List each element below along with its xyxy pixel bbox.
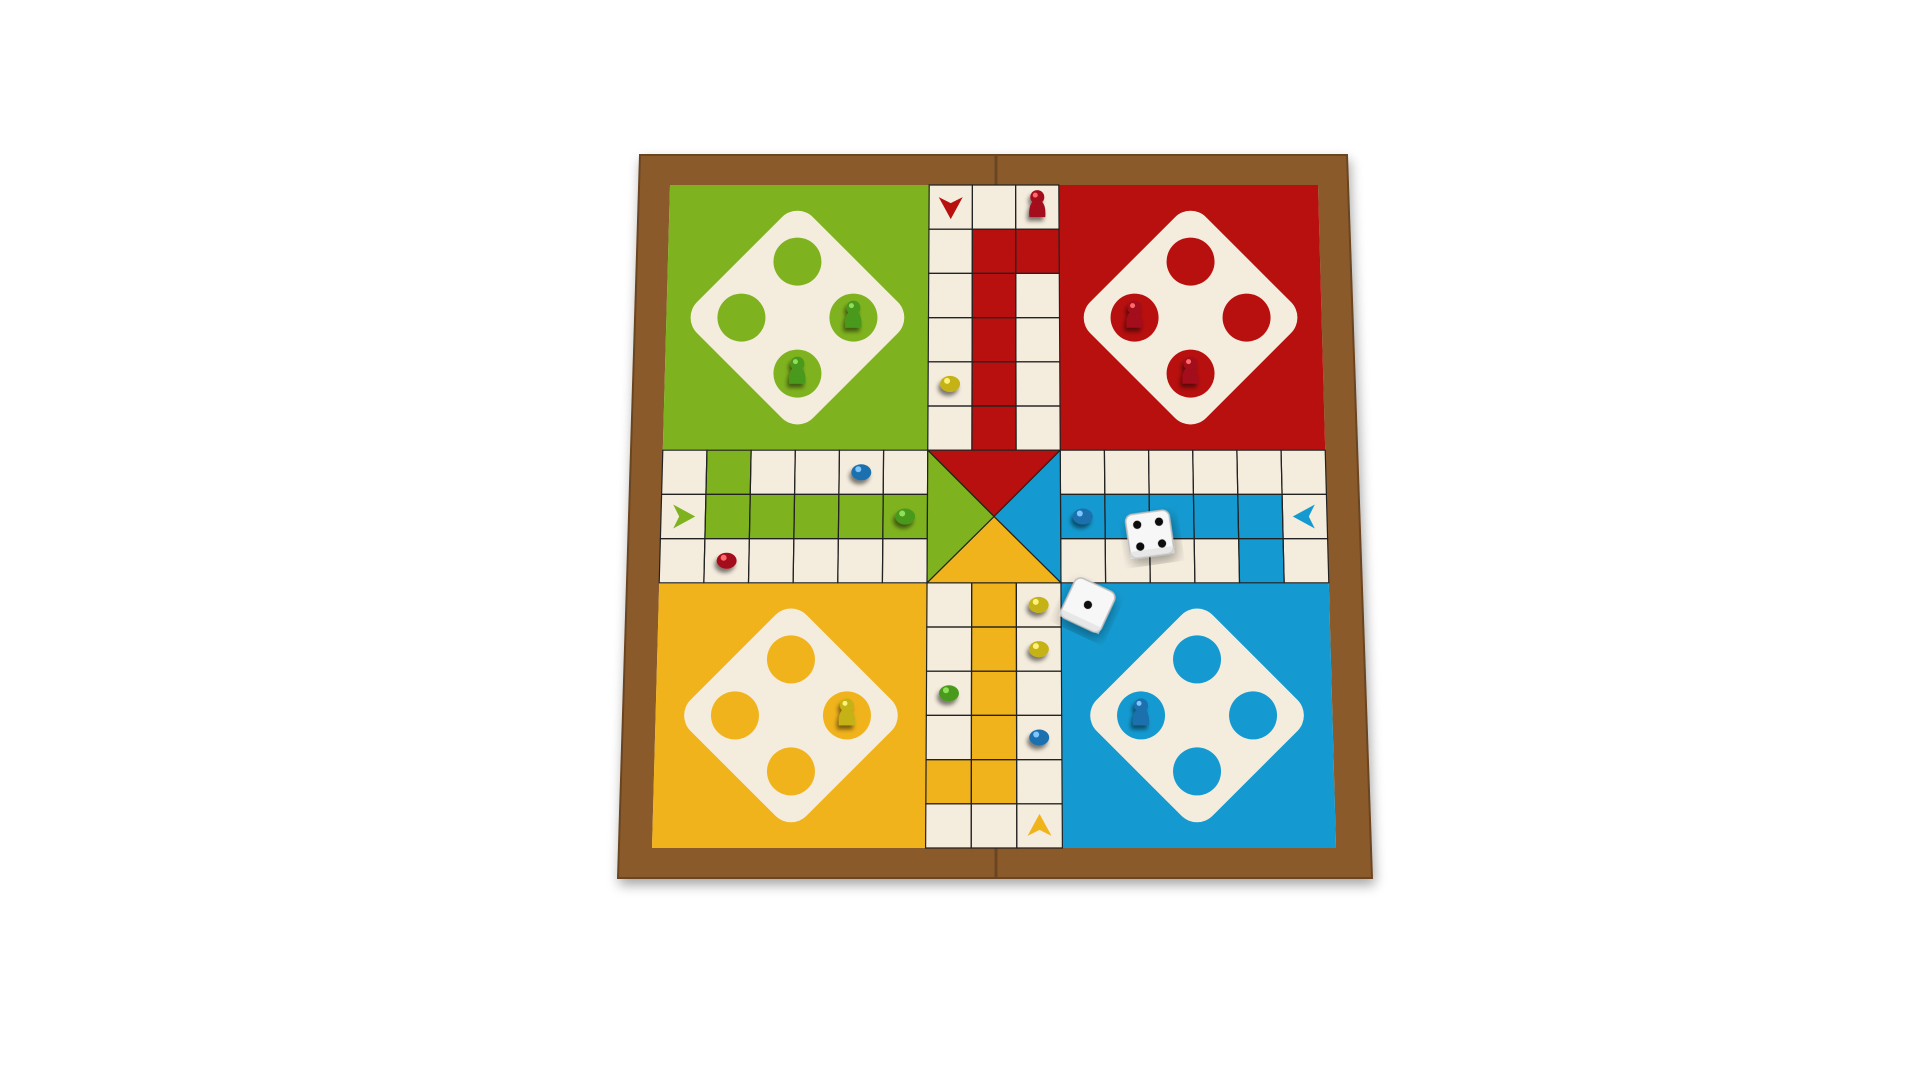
green-piece[interactable] (789, 356, 806, 384)
yellow-piece[interactable] (1028, 641, 1049, 658)
blue-piece[interactable] (851, 464, 872, 481)
red-piece-body (716, 552, 737, 569)
blue-piece-body (851, 464, 872, 481)
yellow-piece[interactable] (838, 698, 856, 726)
red-home-hole (1222, 293, 1271, 342)
yellow-home-hole (766, 747, 815, 796)
green-lane-cell (749, 494, 795, 539)
red-piece-head (1030, 190, 1045, 205)
yellow-lane-cell (971, 671, 1017, 716)
yellow-piece[interactable] (1028, 596, 1049, 613)
green-piece-highlight (942, 687, 949, 694)
red-lane-cell (971, 406, 1017, 451)
game-scene (616, 154, 1374, 879)
blue-piece-highlight (1033, 731, 1040, 738)
red-lane-cell (972, 229, 1016, 274)
blue-piece[interactable] (1072, 508, 1093, 525)
green-piece-highlight (899, 510, 906, 517)
blue-piece-body (1072, 508, 1093, 525)
yellow-piece-body (1028, 596, 1049, 613)
red-lane-cell (972, 317, 1016, 362)
blue-piece-highlight (1136, 700, 1142, 706)
green-lane-cell (704, 494, 751, 539)
red-piece-highlight (1130, 303, 1136, 309)
green-piece-highlight (848, 303, 854, 309)
green-piece-body (938, 685, 959, 702)
red-home-hole (1166, 237, 1215, 286)
blue-piece-head (1134, 698, 1149, 713)
blue-piece[interactable] (1132, 698, 1150, 726)
center-home (925, 448, 1063, 585)
blue-piece-highlight (1076, 510, 1083, 517)
green-piece-highlight (792, 359, 798, 365)
red-lane-cell (972, 273, 1016, 318)
blue-lane-cell (1237, 494, 1284, 539)
green-lane-cell (838, 494, 884, 539)
yellow-lane-cell (971, 582, 1017, 627)
yellow-piece-highlight (1032, 643, 1039, 650)
red-piece-highlight (720, 554, 727, 561)
yellow-piece-body (940, 375, 961, 392)
red-piece[interactable] (1029, 190, 1046, 218)
yellow-lane-cell (971, 627, 1017, 672)
blue-piece[interactable] (1029, 729, 1050, 746)
blue-piece-highlight (855, 466, 862, 473)
green-lane-cell (793, 494, 839, 539)
blue-piece-body (1029, 729, 1050, 746)
green-piece-head (846, 300, 861, 315)
yellow-piece-highlight (1032, 598, 1039, 605)
red-piece-head (1183, 356, 1198, 371)
yellow-home-hole (766, 635, 815, 684)
yellow-lane-cell (971, 759, 1017, 804)
green-home-hole (773, 237, 822, 286)
green-piece-head (790, 356, 805, 371)
die-1[interactable] (1124, 509, 1175, 560)
red-piece[interactable] (1182, 356, 1199, 384)
red-piece[interactable] (716, 552, 737, 569)
red-piece-highlight (1186, 359, 1192, 365)
yellow-piece-highlight (842, 700, 848, 706)
blue-lane-cell (1193, 494, 1239, 539)
blue-home-hole (1229, 691, 1278, 740)
green-piece[interactable] (845, 300, 862, 328)
yellow-piece[interactable] (940, 375, 961, 392)
green-piece-body (895, 508, 916, 525)
green-home-hole (717, 293, 766, 342)
yellow-home-hole (710, 691, 759, 740)
green-piece[interactable] (938, 685, 959, 702)
blue-home-hole (1173, 635, 1222, 684)
yellow-lane-cell (925, 759, 972, 804)
red-lane-cell (972, 361, 1016, 406)
red-lane-cell (1015, 229, 1060, 274)
red-piece-highlight (1032, 192, 1038, 198)
green-lane-cell (705, 450, 752, 495)
yellow-lane-cell (971, 715, 1017, 760)
yellow-piece-head (839, 698, 854, 713)
red-piece-head (1127, 300, 1142, 315)
red-piece[interactable] (1126, 300, 1143, 328)
green-piece[interactable] (895, 508, 916, 525)
blue-lane-cell (1238, 538, 1285, 583)
blue-home-hole (1173, 747, 1222, 796)
yellow-piece-highlight (944, 377, 951, 384)
yellow-piece-body (1028, 641, 1049, 658)
